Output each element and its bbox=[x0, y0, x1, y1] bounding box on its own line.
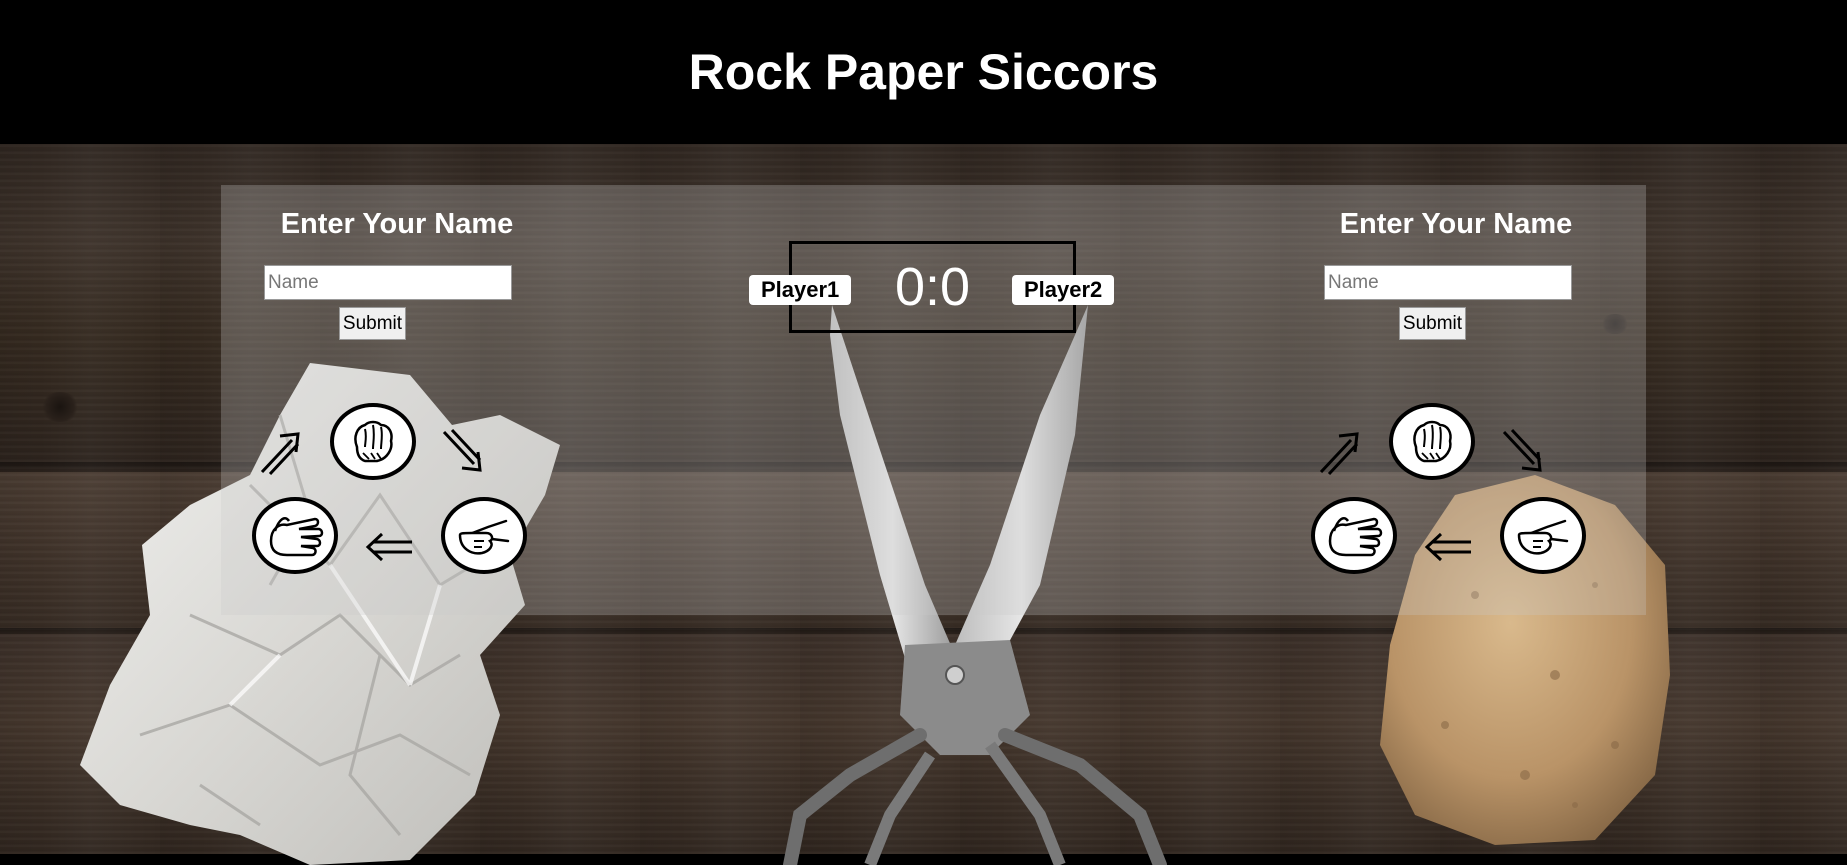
player-right-scissors-button[interactable] bbox=[1500, 497, 1586, 574]
player1-label: Player1 bbox=[749, 275, 852, 305]
header: Rock Paper Siccors bbox=[0, 0, 1847, 144]
rock-hand-icon bbox=[354, 420, 393, 462]
wood-knot bbox=[40, 392, 80, 422]
double-arrow-left-icon bbox=[365, 532, 412, 562]
player-left-paper-button[interactable] bbox=[252, 497, 338, 574]
player-right-rock-button[interactable] bbox=[1389, 403, 1475, 480]
double-arrow-down-right-icon bbox=[1502, 428, 1542, 472]
paper-hand-icon bbox=[269, 516, 324, 556]
paper-hand-icon bbox=[1328, 516, 1383, 556]
player-left-section: Enter Your Name bbox=[257, 208, 537, 241]
double-arrow-down-right-icon bbox=[442, 428, 482, 472]
scissors-hand-icon bbox=[1517, 519, 1569, 555]
player-left-heading: Enter Your Name bbox=[280, 208, 514, 240]
player-left-rock-button[interactable] bbox=[330, 403, 416, 480]
player-right-paper-button[interactable] bbox=[1311, 497, 1397, 574]
double-arrow-left-icon bbox=[1424, 532, 1471, 562]
player-right-submit-button[interactable]: Submit bbox=[1399, 307, 1466, 340]
rock-hand-icon bbox=[1413, 420, 1452, 462]
page: Rock Paper Siccors Enter Your Name Name … bbox=[0, 0, 1847, 865]
score-display: 0:0 bbox=[894, 257, 971, 317]
scissors-hand-icon bbox=[458, 519, 510, 555]
player-left-scissors-button[interactable] bbox=[441, 497, 527, 574]
player-left-submit-button[interactable]: Submit bbox=[339, 307, 406, 340]
double-arrow-up-right-icon bbox=[1319, 432, 1359, 476]
player-left-name-input[interactable] bbox=[264, 265, 512, 300]
player-right-heading: Enter Your Name bbox=[1339, 208, 1573, 240]
player-right-section: Enter Your Name bbox=[1316, 208, 1596, 241]
page-title: Rock Paper Siccors bbox=[688, 44, 1159, 100]
player-right-name-input[interactable] bbox=[1324, 265, 1572, 300]
player2-label: Player2 bbox=[1012, 275, 1115, 305]
double-arrow-up-right-icon bbox=[260, 432, 300, 476]
